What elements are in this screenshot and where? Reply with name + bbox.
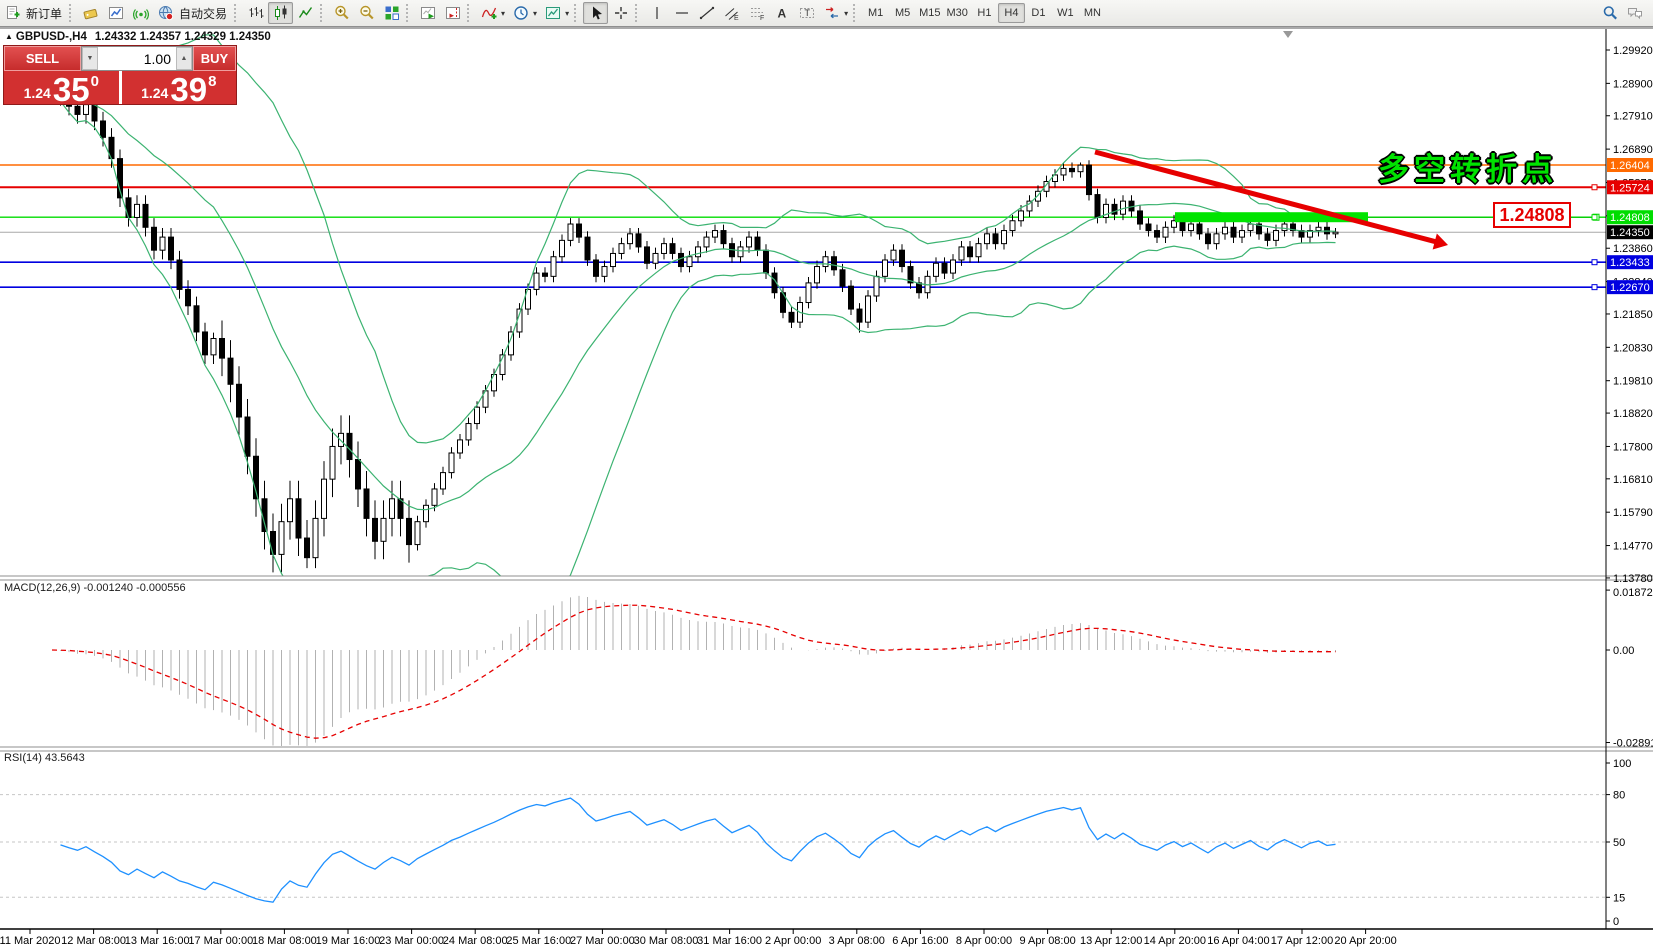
sell-price-pips: 35	[53, 76, 90, 103]
sell-price-point: 0	[91, 74, 99, 89]
svg-text:19 Mar 16:00: 19 Mar 16:00	[316, 935, 381, 947]
buy-price-prefix: 1.24	[141, 86, 168, 100]
buy-price[interactable]: 1.24 39 8	[122, 71, 237, 104]
svg-text:13 Apr 12:00: 13 Apr 12:00	[1080, 935, 1142, 947]
svg-text:80: 80	[1613, 790, 1625, 802]
svg-text:31 Mar 16:00: 31 Mar 16:00	[697, 935, 762, 947]
sell-price[interactable]: 1.24 35 0	[4, 71, 122, 104]
buy-price-point: 8	[208, 74, 216, 89]
collapse-icon[interactable]: ▲	[5, 32, 13, 41]
svg-text:6 Apr 16:00: 6 Apr 16:00	[892, 935, 948, 947]
volume-value[interactable]: 1.00	[98, 47, 176, 70]
svg-text:-0.028913: -0.028913	[1613, 738, 1653, 750]
sell-price-prefix: 1.24	[24, 86, 51, 100]
svg-text:24 Mar 08:00: 24 Mar 08:00	[443, 935, 508, 947]
svg-text:1.16810: 1.16810	[1613, 474, 1653, 486]
rsi-indicator-label: RSI(14) 43.5643	[4, 752, 85, 764]
volume-up-button[interactable]: ▲	[176, 47, 192, 70]
svg-text:18 Mar 08:00: 18 Mar 08:00	[252, 935, 317, 947]
svg-text:20 Apr 20:00: 20 Apr 20:00	[1334, 935, 1396, 947]
svg-text:16 Apr 04:00: 16 Apr 04:00	[1207, 935, 1269, 947]
svg-text:50: 50	[1613, 837, 1625, 849]
svg-text:1.19810: 1.19810	[1613, 376, 1653, 388]
line-handle[interactable]	[1592, 185, 1597, 190]
svg-text:25 Mar 16:00: 25 Mar 16:00	[506, 935, 571, 947]
svg-text:1.27910: 1.27910	[1613, 111, 1653, 123]
svg-text:1.23433: 1.23433	[1610, 257, 1650, 269]
svg-text:1.18820: 1.18820	[1613, 408, 1653, 420]
svg-text:27 Mar 00:00: 27 Mar 00:00	[570, 935, 635, 947]
volume-stepper: ▼ 1.00 ▲	[81, 46, 193, 71]
svg-text:17 Apr 12:00: 17 Apr 12:00	[1271, 935, 1333, 947]
svg-text:1.17800: 1.17800	[1613, 441, 1653, 453]
svg-text:1.22670: 1.22670	[1610, 282, 1650, 294]
symbol-name: GBPUSD-,H4	[16, 31, 87, 43]
svg-text:1.26404: 1.26404	[1610, 160, 1650, 172]
turning-point-annotation[interactable]: 多空转折点	[1378, 144, 1558, 189]
svg-text:1.14770: 1.14770	[1613, 541, 1653, 553]
buy-button[interactable]: BUY	[193, 46, 236, 71]
ohlc-values: 1.24332 1.24357 1.24329 1.24350	[95, 31, 271, 43]
volume-down-button[interactable]: ▼	[82, 47, 98, 70]
sell-button[interactable]: SELL	[4, 46, 81, 71]
line-handle[interactable]	[1592, 215, 1597, 220]
svg-text:0.018721: 0.018721	[1613, 587, 1653, 599]
mt4-window: 新订单自动交易▾▾▾EFAT▾M1M5M15M30H1H4D1W1MN 1.29…	[0, 0, 1653, 949]
svg-text:1.26890: 1.26890	[1613, 144, 1653, 156]
svg-text:14 Apr 20:00: 14 Apr 20:00	[1144, 935, 1206, 947]
svg-text:1.13780: 1.13780	[1613, 573, 1653, 585]
svg-text:30 Mar 08:00: 30 Mar 08:00	[634, 935, 699, 947]
svg-text:12 Mar 08:00: 12 Mar 08:00	[61, 935, 126, 947]
svg-text:2 Apr 00:00: 2 Apr 00:00	[765, 935, 821, 947]
svg-text:1.15790: 1.15790	[1613, 507, 1653, 519]
svg-text:11 Mar 2020: 11 Mar 2020	[0, 935, 60, 947]
svg-text:15: 15	[1613, 892, 1625, 904]
svg-text:1.21850: 1.21850	[1613, 309, 1653, 321]
svg-text:1.24808: 1.24808	[1610, 212, 1650, 224]
svg-text:9 Apr 08:00: 9 Apr 08:00	[1019, 935, 1075, 947]
one-click-trade-panel: SELL ▼ 1.00 ▲ BUY 1.24 35 0 1.24 39 8	[3, 45, 237, 105]
buy-price-pips: 39	[170, 76, 207, 103]
svg-text:1.24350: 1.24350	[1610, 227, 1650, 239]
line-handle[interactable]	[1592, 285, 1597, 290]
svg-text:0.00: 0.00	[1613, 645, 1634, 657]
line-handle[interactable]	[1592, 260, 1597, 265]
price-callout-box[interactable]: 1.24808	[1493, 202, 1571, 228]
svg-text:8 Apr 00:00: 8 Apr 00:00	[956, 935, 1012, 947]
chart-canvas[interactable]: 1.299201.289001.279101.268901.258701.248…	[0, 0, 1653, 949]
svg-text:0: 0	[1613, 916, 1619, 928]
svg-text:17 Mar 00:00: 17 Mar 00:00	[188, 935, 253, 947]
symbol-ohlc-line: ▲GBPUSD-,H4 1.24332 1.24357 1.24329 1.243…	[5, 31, 271, 43]
macd-indicator-label: MACD(12,26,9) -0.001240 -0.000556	[4, 582, 186, 594]
svg-text:1.29920: 1.29920	[1613, 45, 1653, 57]
svg-text:100: 100	[1613, 758, 1631, 770]
svg-text:3 Apr 08:00: 3 Apr 08:00	[829, 935, 885, 947]
svg-text:1.23860: 1.23860	[1613, 243, 1653, 255]
svg-text:1.20830: 1.20830	[1613, 342, 1653, 354]
svg-text:23 Mar 00:00: 23 Mar 00:00	[379, 935, 444, 947]
svg-text:1.28900: 1.28900	[1613, 78, 1653, 90]
svg-text:13 Mar 16:00: 13 Mar 16:00	[125, 935, 190, 947]
svg-text:1.25724: 1.25724	[1610, 182, 1650, 194]
